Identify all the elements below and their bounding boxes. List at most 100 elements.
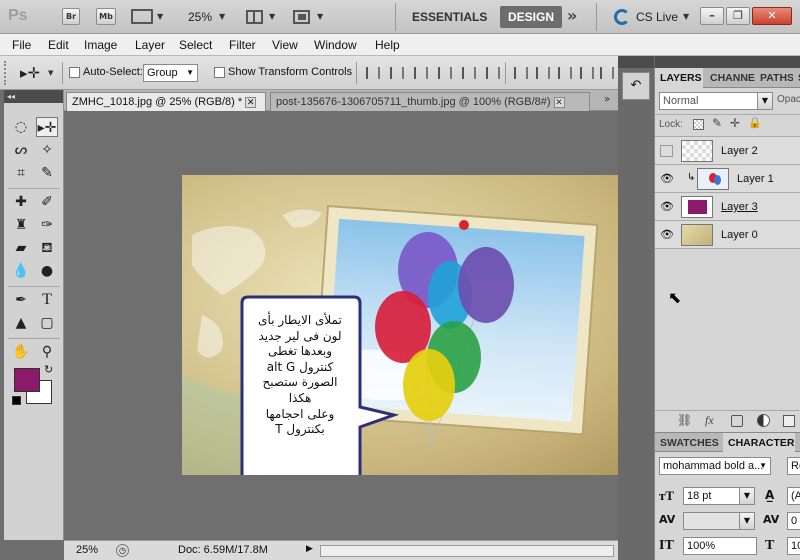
- show-transform-checkbox[interactable]: [214, 67, 225, 78]
- kerning-field[interactable]: [683, 512, 741, 530]
- default-colors-icon[interactable]: [12, 396, 21, 405]
- pen-tool-icon[interactable]: ✒: [10, 290, 32, 310]
- cs-live-label[interactable]: CS Live: [636, 10, 678, 24]
- workspace-essentials[interactable]: ESSENTIALS: [404, 6, 495, 28]
- lasso-tool-icon[interactable]: ᔕ: [10, 140, 32, 160]
- tracking-field[interactable]: 0: [787, 512, 800, 530]
- arrange-chevron-icon[interactable]: ▼: [269, 12, 275, 21]
- close-tab-icon[interactable]: ✕: [245, 96, 257, 108]
- dodge-tool-icon[interactable]: ●: [36, 261, 58, 281]
- kerning-chevron-icon[interactable]: ▼: [739, 512, 755, 530]
- status-zoom[interactable]: 25%: [76, 544, 98, 556]
- align-left-icon[interactable]: [438, 67, 452, 79]
- foreground-color-swatch[interactable]: [14, 368, 40, 392]
- tool-preset-chevron-icon[interactable]: ▼: [48, 69, 53, 77]
- align-vertical-center-icon[interactable]: [390, 67, 404, 79]
- zoom-level[interactable]: 25%: [188, 10, 212, 24]
- tab-styles[interactable]: S: [793, 68, 800, 88]
- crop-tool-icon[interactable]: ⌗: [10, 163, 32, 183]
- layer-row[interactable]: Layer 2: [655, 137, 800, 165]
- align-horizontal-center-icon[interactable]: [462, 67, 476, 79]
- layer-mask-icon[interactable]: [731, 415, 743, 427]
- distribute-top-icon[interactable]: [514, 67, 528, 79]
- more-workspaces-icon[interactable]: »: [567, 6, 577, 25]
- screen-mode-chevron-icon[interactable]: ▼: [317, 12, 323, 21]
- font-style-dropdown[interactable]: Re: [787, 457, 800, 475]
- tab-layers[interactable]: LAYERS: [655, 68, 703, 88]
- font-family-dropdown[interactable]: mohammad bold a... ▼: [659, 457, 771, 475]
- cs-live-chevron-icon[interactable]: ▼: [683, 12, 689, 21]
- clone-stamp-tool-icon[interactable]: ♜: [10, 215, 32, 235]
- tabs-overflow-icon[interactable]: »: [604, 94, 610, 105]
- quick-selection-tool-icon[interactable]: ✧: [36, 140, 58, 160]
- distribute-left-icon[interactable]: [580, 67, 594, 79]
- menu-window[interactable]: Window: [314, 38, 357, 52]
- workspace-design[interactable]: DESIGN: [500, 6, 563, 28]
- adjustment-layer-icon[interactable]: [757, 414, 770, 427]
- blend-mode-chevron-icon[interactable]: ▼: [757, 92, 773, 110]
- visibility-toggle-empty[interactable]: [660, 145, 673, 157]
- hand-tool-icon[interactable]: ✋: [10, 342, 32, 362]
- type-tool-icon[interactable]: T: [36, 290, 58, 310]
- layer-row[interactable]: 👁 ↳ Layer 1: [655, 165, 800, 193]
- blur-tool-icon[interactable]: 💧: [10, 261, 32, 281]
- vertical-scale-field[interactable]: 100%: [683, 537, 757, 555]
- tab-character[interactable]: CHARACTER: [723, 433, 795, 453]
- horizontal-scrollbar[interactable]: [320, 545, 614, 557]
- menu-help[interactable]: Help: [375, 38, 400, 52]
- panel-strip-header[interactable]: [618, 56, 654, 68]
- eye-icon[interactable]: 👁: [660, 173, 674, 185]
- font-size-chevron-icon[interactable]: ▼: [739, 487, 755, 505]
- auto-select-checkbox[interactable]: [69, 67, 80, 78]
- leading-field[interactable]: (A: [787, 487, 800, 505]
- align-right-icon[interactable]: [486, 67, 500, 79]
- menu-file[interactable]: File: [12, 38, 31, 52]
- tab-paths[interactable]: PATHS: [755, 68, 793, 88]
- lock-all-icon[interactable]: 🔒: [748, 116, 762, 129]
- tab-zmhc-1018[interactable]: ZMHC_1018.jpg @ 25% (RGB/8) * ✕: [66, 92, 266, 111]
- horizontal-scale-field[interactable]: 10: [787, 537, 800, 555]
- font-size-field[interactable]: 18 pt: [683, 487, 741, 505]
- menu-view[interactable]: View: [272, 38, 298, 52]
- path-selection-tool-icon[interactable]: ▲: [10, 313, 32, 333]
- document-canvas[interactable]: تملأى الايطار بأى لون فى لير جديد وبعدها…: [182, 175, 654, 475]
- lock-transparency-icon[interactable]: [693, 119, 704, 130]
- tools-panel-header[interactable]: ◂◂: [4, 90, 63, 103]
- move-tool-icon[interactable]: ▸✛: [36, 117, 58, 137]
- marquee-tool-icon[interactable]: ◌: [10, 117, 32, 137]
- layer-row[interactable]: 👁 Layer 3: [655, 193, 800, 221]
- history-panel-icon[interactable]: ↶: [622, 72, 650, 100]
- lock-position-icon[interactable]: ✛: [730, 116, 740, 130]
- align-top-icon[interactable]: [366, 67, 380, 79]
- panel-dock-header[interactable]: [655, 56, 800, 68]
- new-group-icon[interactable]: [783, 415, 795, 427]
- distribute-right-icon[interactable]: [600, 67, 614, 79]
- eye-icon[interactable]: 👁: [660, 229, 674, 241]
- zoom-chevron-icon[interactable]: ▼: [219, 12, 225, 21]
- zoom-tool-icon[interactable]: ⚲: [36, 342, 58, 362]
- eyedropper-tool-icon[interactable]: ✎: [36, 163, 58, 183]
- view-extras-icon[interactable]: [131, 9, 153, 24]
- close-tab-icon[interactable]: ✕: [553, 96, 565, 108]
- menu-filter[interactable]: Filter: [229, 38, 256, 52]
- paint-bucket-tool-icon[interactable]: ⛾: [36, 238, 58, 258]
- status-menu-icon[interactable]: ▶: [306, 544, 313, 554]
- eraser-tool-icon[interactable]: ▰: [10, 238, 32, 258]
- swap-colors-icon[interactable]: ↻: [44, 363, 53, 376]
- bridge-button[interactable]: Br: [62, 8, 80, 25]
- screen-mode-icon[interactable]: [293, 10, 310, 24]
- menu-select[interactable]: Select: [179, 38, 212, 52]
- tab-post-thumb[interactable]: post-135676-1306705711_thumb.jpg @ 100% …: [270, 92, 590, 111]
- eye-icon[interactable]: 👁: [660, 201, 674, 213]
- rectangle-tool-icon[interactable]: ▢: [36, 313, 58, 333]
- brush-tool-icon[interactable]: ✐: [36, 192, 58, 212]
- history-brush-tool-icon[interactable]: ✑: [36, 215, 58, 235]
- view-extras-chevron-icon[interactable]: ▼: [157, 12, 163, 21]
- arrange-documents-icon[interactable]: [246, 10, 263, 24]
- auto-select-dropdown[interactable]: Group ▼: [143, 64, 198, 82]
- menu-layer[interactable]: Layer: [135, 38, 165, 52]
- mini-bridge-button[interactable]: Mb: [96, 8, 116, 25]
- align-bottom-icon[interactable]: [414, 67, 428, 79]
- restore-button[interactable]: ❐: [726, 7, 750, 25]
- cs-live-icon[interactable]: [614, 9, 630, 25]
